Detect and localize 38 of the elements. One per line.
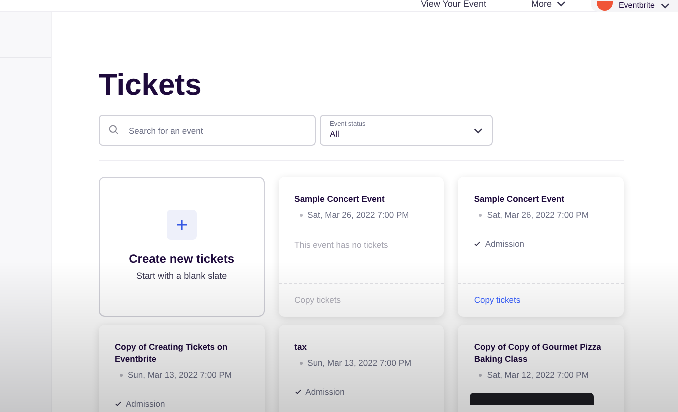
event-date: Sat, Mar 26, 2022 7:00 PM <box>308 209 410 222</box>
card-subtitle: Start with a blank slate <box>136 270 228 284</box>
event-date: Sun, Mar 13, 2022 7:00 PM <box>308 357 412 370</box>
card-title: Create new tickets <box>129 251 235 268</box>
account-menu[interactable]: Eventbrite <box>590 0 678 12</box>
bullet-icon <box>300 362 303 365</box>
checkmark-icon <box>115 401 122 408</box>
ticket-name: Admission <box>306 386 345 398</box>
event-date: Sat, Mar 12, 2022 7:00 PM <box>487 369 589 382</box>
nav-link[interactable]: More <box>531 0 566 8</box>
bullet-icon <box>300 214 303 217</box>
event-date: Sun, Mar 13, 2022 7:00 PM <box>128 369 232 382</box>
event-date: Sat, Mar 26, 2022 7:00 PM <box>487 209 589 222</box>
bullet-icon <box>120 374 123 377</box>
nav-link[interactable]: View Your Event <box>421 0 486 8</box>
event-title: tax <box>294 341 308 353</box>
event-title: Sample Concert Event <box>294 193 386 205</box>
chevron-down-icon <box>474 128 483 134</box>
dropdown-value: All <box>330 129 340 140</box>
event-title: Copy of Copy of Gourmet Pizza Baking Class <box>474 341 602 365</box>
checkmark-icon <box>474 241 482 248</box>
bullet-icon <box>479 374 482 377</box>
empty-message: This event has no tickets <box>294 238 390 252</box>
search-icon <box>109 125 119 135</box>
chevron-down-icon <box>556 1 566 7</box>
ticket-name: Admission <box>485 238 525 250</box>
chevron-down-icon <box>661 3 670 9</box>
event-title: Copy of Creating Tickets on Eventbrite <box>115 341 229 365</box>
page-title: Tickets <box>99 68 203 104</box>
copy-tickets-link[interactable]: Copy tickets <box>474 294 521 307</box>
search-field[interactable]: Search for an event <box>99 115 316 146</box>
plus-icon <box>166 210 197 240</box>
event-title: Sample Concert Event <box>474 193 566 205</box>
create-tickets-card[interactable]: Create new tickets Start with a blank slate <box>99 177 265 317</box>
bullet-icon <box>479 214 482 217</box>
logo-icon <box>596 1 613 11</box>
ticket-name: Admission <box>126 398 166 410</box>
checkmark-icon <box>294 389 302 396</box>
